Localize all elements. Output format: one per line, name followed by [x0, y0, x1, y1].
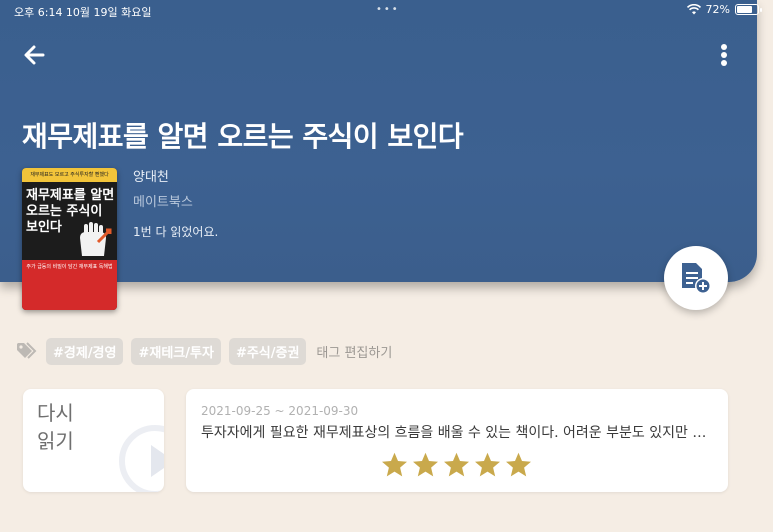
wifi-icon — [686, 4, 701, 15]
cover-bottom-text: 주가 급등의 비밀이 담긴 재무제표 독해법 — [26, 264, 113, 270]
play-icon — [119, 425, 164, 492]
star-icon — [475, 452, 500, 477]
cover-top-band: 재무제표도 모르고 주식투자할 뻔했다 — [22, 168, 117, 182]
status-right: 72% — [686, 3, 762, 16]
star-icon — [413, 452, 438, 477]
reread-label: 다시 읽기 — [37, 401, 74, 453]
edit-tags-link[interactable]: 태그 편집하기 — [316, 342, 392, 361]
tags-row: #경제/경영 #재테크/투자 #주식/증권 태그 편집하기 — [16, 337, 392, 365]
tag-stocks[interactable]: #주식/증권 — [228, 337, 307, 365]
author-name: 양대천 — [133, 170, 169, 185]
tag-economy[interactable]: #경제/경영 — [46, 337, 124, 365]
fist-icon — [80, 222, 112, 256]
cover-bottom-band: 주가 급등의 비밀이 담긴 재무제표 독해법 — [22, 260, 117, 310]
add-note-button[interactable] — [664, 246, 728, 310]
back-button[interactable] — [22, 42, 48, 68]
review-text: 투자자에게 필요한 재무제표상의 흐름을 배울 수 있는 책이다. 어려운 부분… — [201, 425, 713, 441]
battery-percent: 72% — [705, 3, 730, 16]
status-bar: 오후 6:14 10월 19일 화요일 ••• 72% — [0, 0, 773, 22]
read-count: 1번 다 읽었어요. — [133, 225, 219, 239]
cover-top-text: 재무제표도 모르고 주식투자할 뻔했다 — [30, 172, 109, 178]
tag-investment[interactable]: #재테크/투자 — [131, 337, 221, 365]
star-icon — [382, 452, 407, 477]
review-date-range: 2021-09-25 ~ 2021-09-30 — [201, 404, 359, 418]
review-card[interactable]: 2021-09-25 ~ 2021-09-30 투자자에게 필요한 재무제표상의… — [186, 389, 728, 492]
star-icon — [506, 452, 531, 477]
more-vertical-icon — [721, 44, 727, 66]
document-add-icon — [682, 263, 711, 294]
star-rating — [380, 451, 533, 479]
tags-icon — [17, 342, 37, 359]
book-cover[interactable]: 재무제표도 모르고 주식투자할 뻔했다 재무제표를 알면 오르는 주식이 보인다… — [22, 168, 117, 310]
battery-icon — [735, 4, 762, 15]
arrow-left-icon — [24, 45, 45, 65]
publisher-name: 메이트북스 — [133, 195, 193, 210]
status-time: 오후 6:14 10월 19일 화요일 — [14, 6, 152, 19]
star-icon — [444, 452, 469, 477]
reread-button[interactable]: 다시 읽기 — [23, 389, 164, 492]
more-menu-button[interactable] — [714, 42, 734, 70]
multitask-dots[interactable]: ••• — [376, 4, 400, 15]
book-title: 재무제표를 알면 오르는 주식이 보인다 — [22, 120, 464, 153]
